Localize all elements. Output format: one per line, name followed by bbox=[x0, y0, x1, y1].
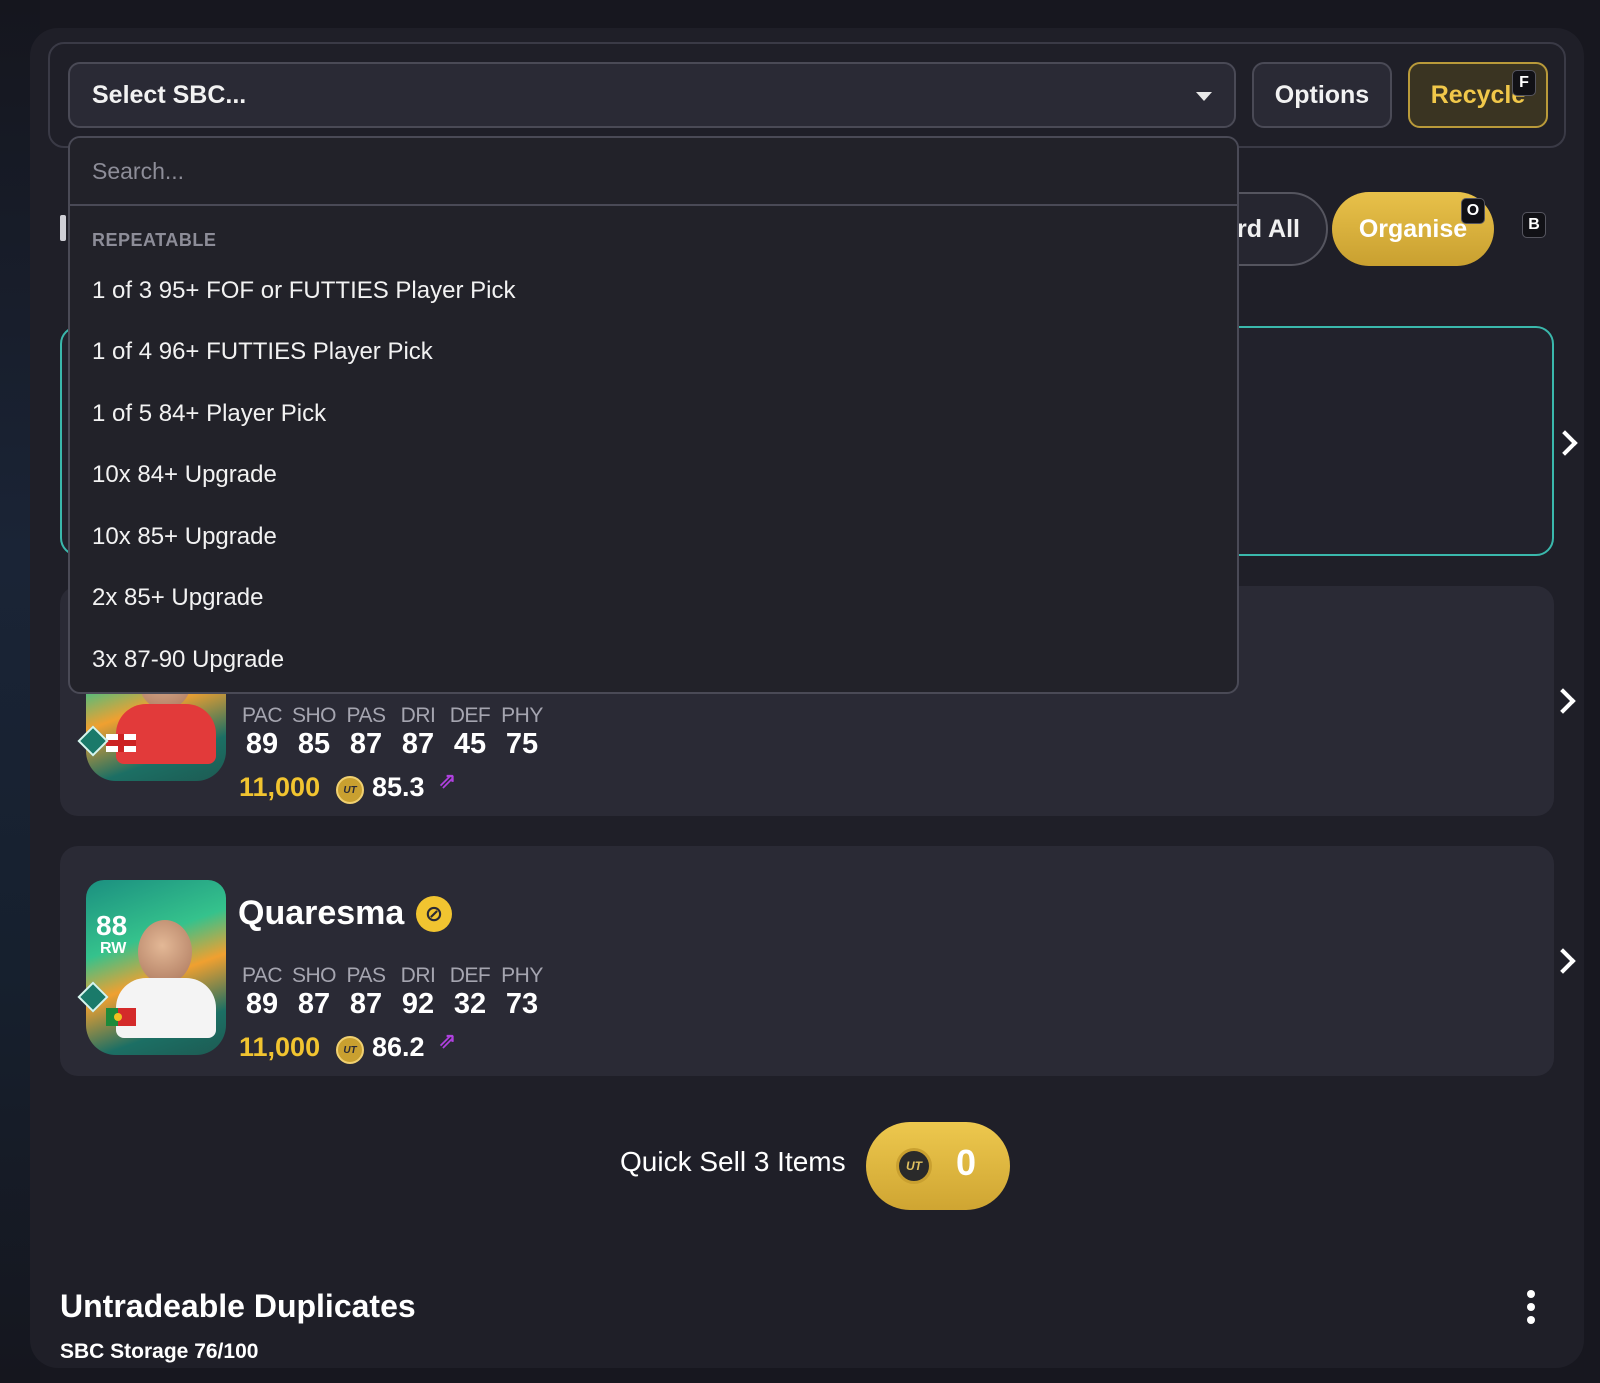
sbc-storage-label: SBC Storage 76/100 bbox=[60, 1340, 259, 1363]
kebab-menu-icon[interactable] bbox=[1526, 1290, 1536, 1326]
untradeable-badge-icon: ⊘ bbox=[416, 896, 452, 932]
quick-sell-label: Quick Sell 3 Items bbox=[620, 1146, 846, 1177]
stat-value: 92 bbox=[401, 988, 435, 1020]
stat-label: PAS bbox=[346, 704, 386, 727]
stat-label: DRI bbox=[400, 964, 436, 987]
stat-label: PAC bbox=[241, 704, 283, 727]
player-face bbox=[138, 920, 192, 984]
caret-down-icon bbox=[1196, 92, 1212, 101]
player-avg-rating: 86.2 bbox=[372, 1032, 425, 1062]
player-rating: 88 bbox=[96, 910, 128, 941]
dropdown-item[interactable]: 2x 85+ Upgrade bbox=[70, 568, 1237, 630]
stat-label: PHY bbox=[501, 704, 543, 727]
sbc-select[interactable]: Select SBC... bbox=[68, 62, 1236, 128]
stat-value: 89 bbox=[245, 728, 279, 760]
hidden-label-stub bbox=[60, 215, 66, 241]
stat-label: PHY bbox=[501, 964, 543, 987]
player-price: 11,000 bbox=[239, 772, 321, 802]
quick-sell-value: 0 bbox=[956, 1142, 977, 1183]
stat-label: PAS bbox=[346, 964, 386, 987]
recycle-shortcut-badge: F bbox=[1512, 70, 1536, 96]
player-card[interactable]: 88 RW Quaresma ⊘ PAC 89 SHO 87 PAS 87 DRI 92… bbox=[60, 846, 1576, 1076]
stat-label: PAC bbox=[241, 964, 283, 987]
dropdown-item[interactable]: 1 of 3 95+ FOF or FUTTIES Player Pick bbox=[70, 260, 1237, 322]
stats-row: PAC 89 SHO 85 PAS 87 DRI 87 DEF 45 PHY 75 bbox=[236, 704, 548, 761]
player-price: 11,000 bbox=[239, 1032, 321, 1062]
dropdown-list: 1 of 3 95+ FOF or FUTTIES Player Pick 1 … bbox=[70, 260, 1237, 691]
stat-value: 87 bbox=[349, 988, 383, 1020]
portugal-flag-icon bbox=[106, 1008, 136, 1026]
dropdown-item[interactable]: 1 of 4 96+ FUTTIES Player Pick bbox=[70, 322, 1237, 384]
stat-value: 85 bbox=[297, 728, 331, 760]
stat-value: 45 bbox=[453, 728, 487, 760]
sbc-select-label: Select SBC... bbox=[92, 80, 247, 109]
dropdown-search bbox=[70, 138, 1237, 206]
stat-value: 32 bbox=[453, 988, 487, 1020]
dropdown-group-label: REPEATABLE bbox=[92, 230, 217, 250]
quick-sell-button[interactable]: UT 0 bbox=[866, 1122, 1010, 1210]
coin-icon: UT bbox=[336, 1036, 364, 1064]
trend-up-icon: ⇗ bbox=[438, 768, 457, 793]
stat-label: DRI bbox=[400, 704, 436, 727]
coin-icon: UT bbox=[336, 776, 364, 804]
stat-value: 87 bbox=[349, 728, 383, 760]
player-avg-rating: 85.3 bbox=[372, 772, 425, 802]
dropdown-item[interactable]: 1 of 5 84+ Player Pick bbox=[70, 383, 1237, 445]
stat-label: DEF bbox=[449, 704, 491, 727]
organise-button-label: Organise bbox=[1358, 214, 1468, 243]
organise-shortcut-badge: O bbox=[1461, 198, 1485, 224]
stat-value: 73 bbox=[505, 988, 539, 1020]
stat-label: DEF bbox=[449, 964, 491, 987]
stat-value: 75 bbox=[505, 728, 539, 760]
dropdown-item[interactable]: 10x 85+ Upgrade bbox=[70, 506, 1237, 568]
stat-value: 89 bbox=[245, 988, 279, 1020]
trend-up-icon: ⇗ bbox=[438, 1028, 457, 1053]
search-input[interactable] bbox=[70, 138, 1237, 204]
stats-row: PAC 89 SHO 87 PAS 87 DRI 92 DEF 32 PHY 73 bbox=[236, 964, 548, 1021]
stat-value: 87 bbox=[297, 988, 331, 1020]
stat-label: SHO bbox=[291, 964, 337, 987]
stat-value: 87 bbox=[401, 728, 435, 760]
player-thumbnail: 88 RW bbox=[86, 880, 226, 1055]
stat-label: SHO bbox=[291, 704, 337, 727]
england-flag-icon bbox=[106, 734, 136, 752]
side-shortcut-badge: B bbox=[1522, 212, 1546, 238]
player-position: RW bbox=[100, 940, 127, 957]
section-title: Untradeable Duplicates bbox=[60, 1288, 416, 1324]
dropdown-item[interactable]: 3x 87-90 Upgrade bbox=[70, 629, 1237, 691]
sbc-dropdown: REPEATABLE 1 of 3 95+ FOF or FUTTIES Pla… bbox=[68, 136, 1239, 694]
dropdown-item[interactable]: 10x 84+ Upgrade bbox=[70, 445, 1237, 507]
options-button[interactable]: Options bbox=[1252, 62, 1392, 128]
coin-icon: UT bbox=[896, 1148, 932, 1184]
player-name: Quaresma bbox=[238, 894, 405, 932]
